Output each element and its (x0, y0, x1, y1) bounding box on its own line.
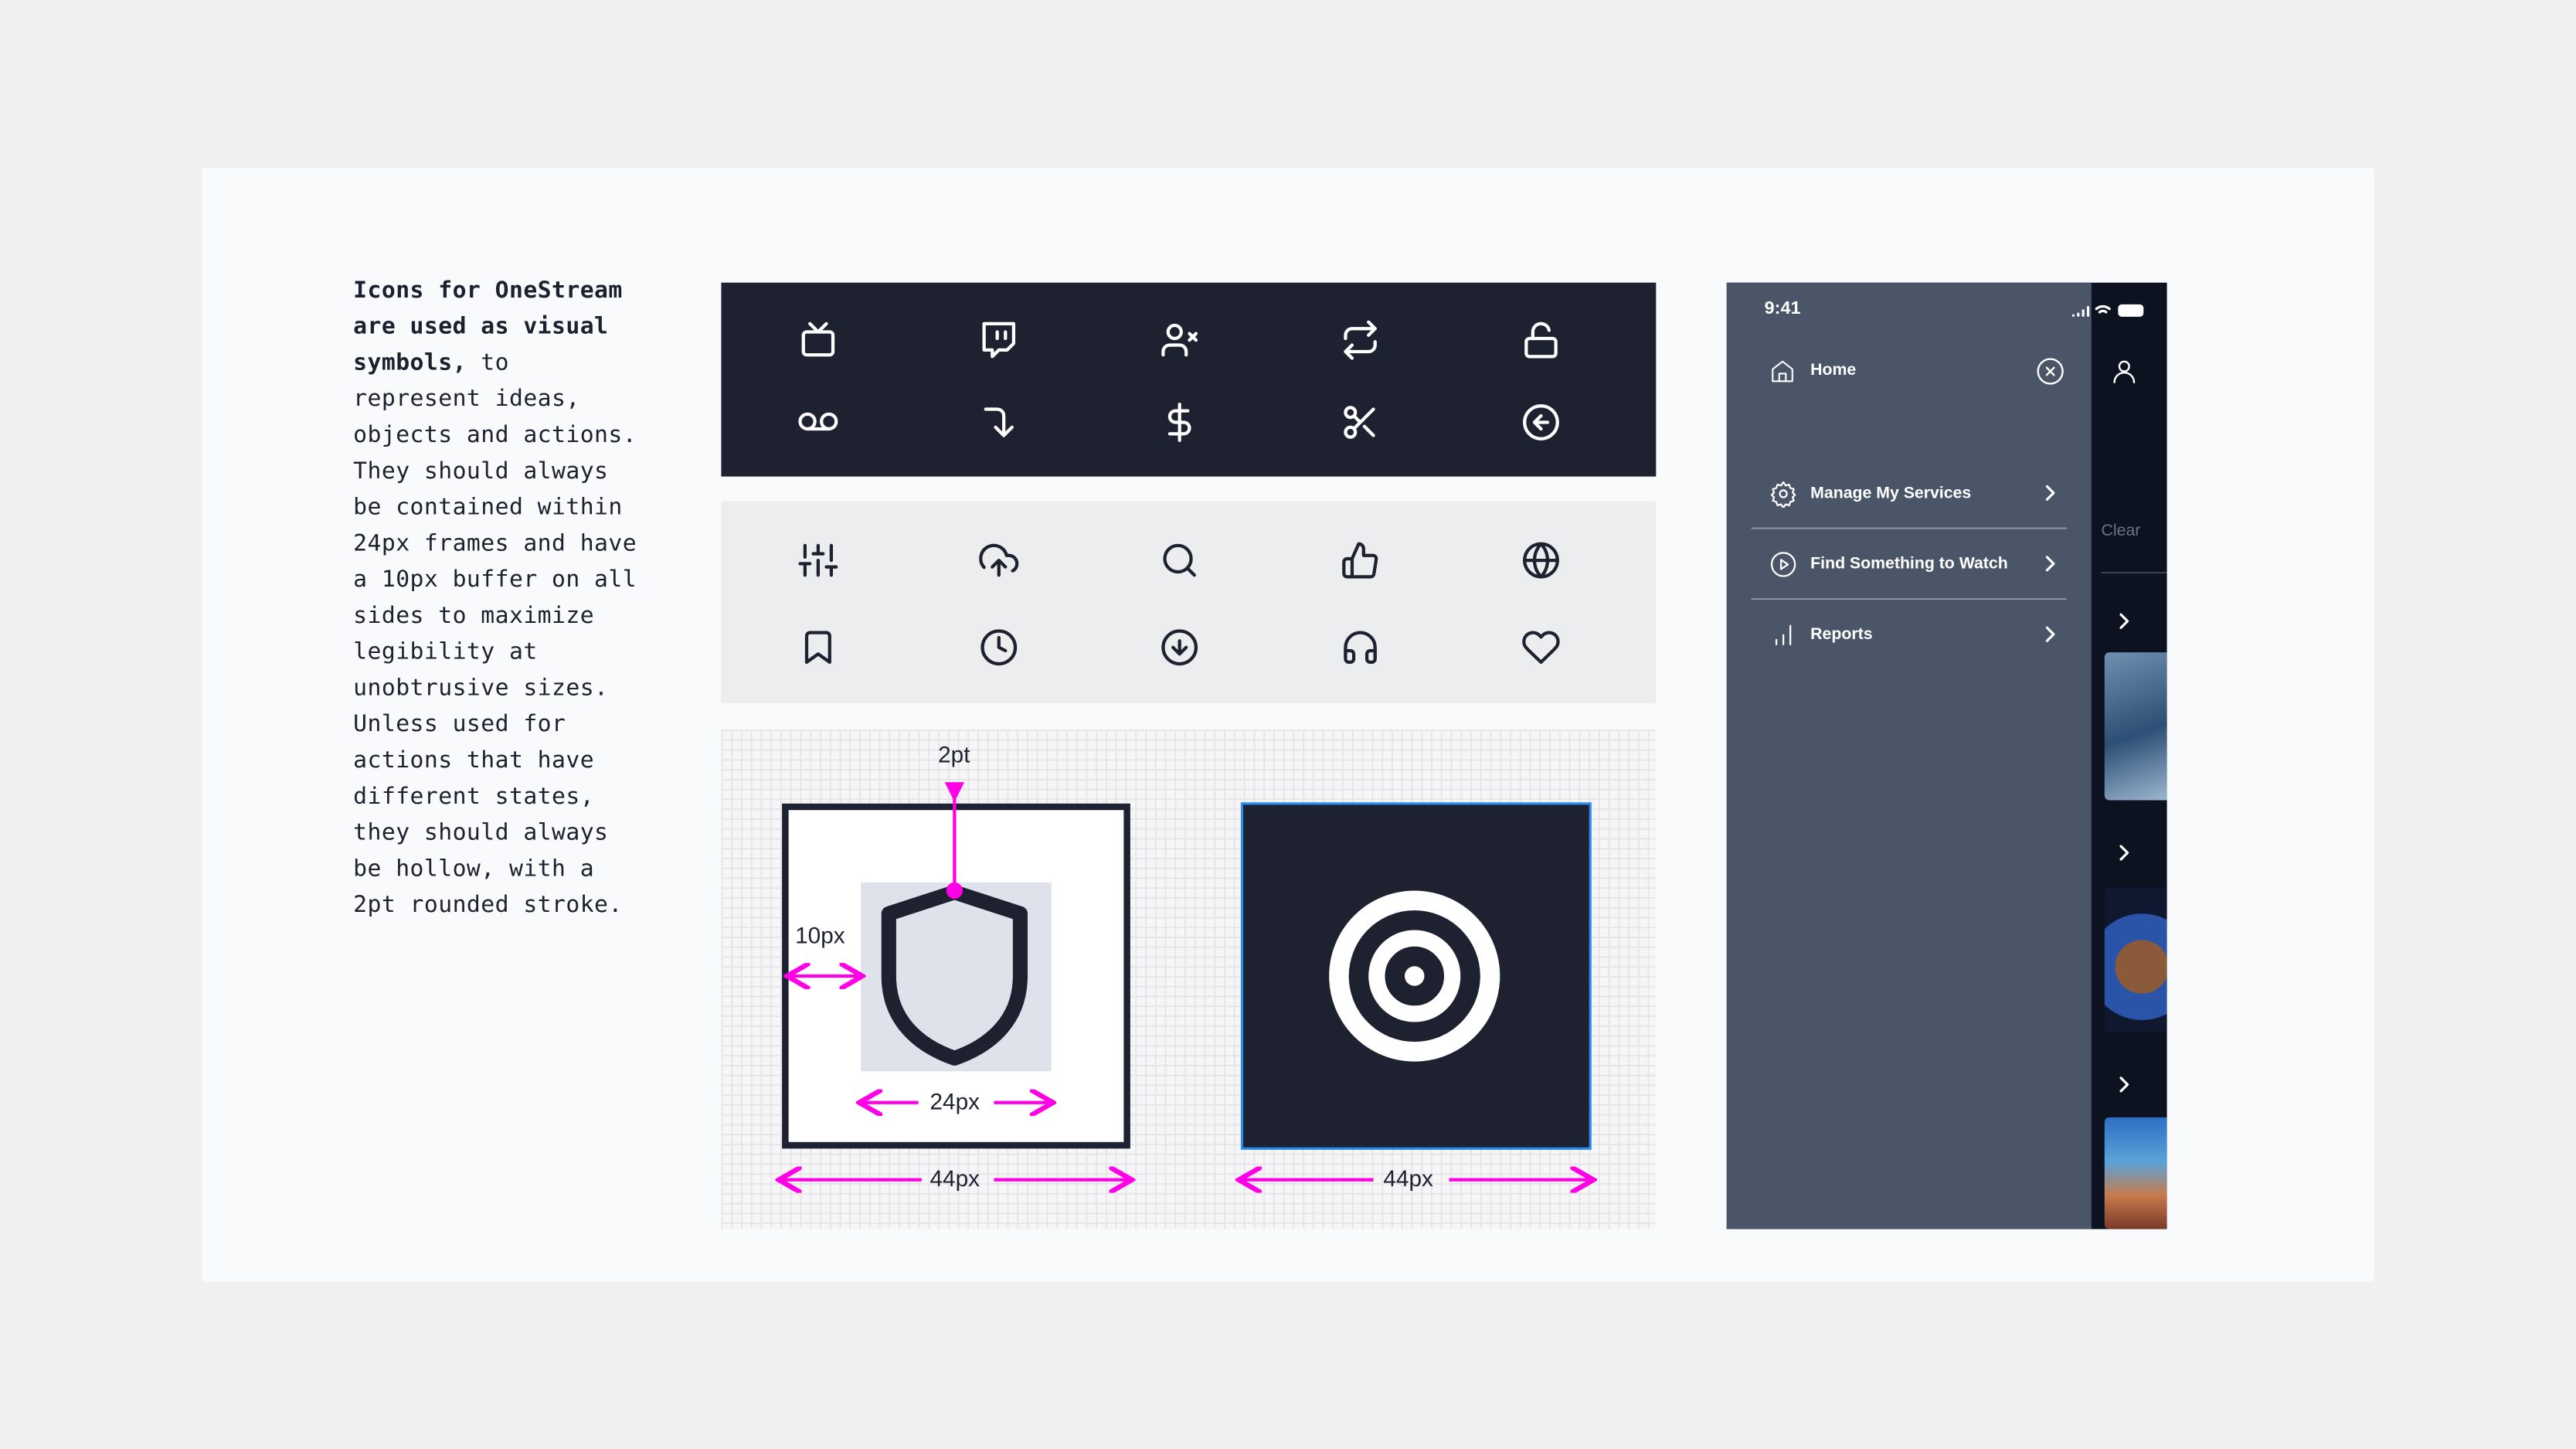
thumbs-up-icon (1341, 541, 1380, 580)
close-icon[interactable] (2035, 356, 2065, 386)
icon-size-label: 24px (929, 1087, 980, 1114)
chevron-right-icon (2045, 485, 2055, 501)
heart-icon (1521, 628, 1561, 667)
download-circle-icon (1160, 628, 1199, 667)
phone-mockup: 9:41 Home Manage My Services Find Someth… (1726, 282, 2167, 1230)
nav-drawer (1726, 282, 2092, 1230)
bookmark-icon (798, 628, 838, 667)
buffer-label: 10px (795, 921, 845, 948)
user-x-icon (1160, 321, 1199, 360)
show-thumbnail[interactable] (2104, 652, 2167, 801)
corner-right-down-icon (979, 403, 1018, 442)
chevron-right-icon[interactable] (2118, 845, 2131, 861)
divider (1751, 527, 2067, 529)
unlock-icon (1521, 321, 1561, 360)
scissors-icon (1341, 403, 1380, 442)
gear-icon (1770, 481, 1796, 509)
bar-chart-icon (1775, 624, 1792, 645)
icon-spec-diagram: 2pt 10px 24px 44px 44px (721, 730, 1657, 1230)
divider (2101, 571, 2167, 574)
menu-label: Manage My Services (1810, 485, 1972, 503)
tv-icon (798, 321, 838, 360)
show-thumbnail[interactable] (2104, 887, 2167, 1032)
chevron-right-icon[interactable] (2118, 1077, 2131, 1093)
light-icon-panel (721, 501, 1657, 704)
upload-cloud-icon (979, 541, 1019, 580)
chevron-right-icon (2045, 556, 2055, 572)
chevron-right-icon[interactable] (2118, 613, 2131, 629)
show-thumbnail[interactable] (2104, 1117, 2167, 1230)
play-circle-icon (1770, 552, 1796, 577)
repeat-icon (1341, 320, 1380, 360)
home-label: Home (1810, 361, 1857, 380)
frame-size-label-2: 44px (1383, 1165, 1433, 1192)
arrow-left-circle-icon (1521, 403, 1561, 442)
menu-label: Find Something to Watch (1810, 555, 2008, 574)
user-icon[interactable] (2109, 356, 2139, 386)
status-icons (2071, 304, 2144, 317)
dollar-icon (1160, 402, 1199, 442)
globe-icon (1521, 541, 1561, 580)
dark-icon-panel (721, 282, 1657, 477)
twitch-icon (979, 321, 1018, 360)
spec-graphics (721, 782, 1656, 1229)
chevron-right-icon (2045, 626, 2055, 642)
clock-icon (979, 628, 1018, 667)
intro-body: to represent ideas, objects and actions.… (353, 349, 637, 919)
stroke-label: 2pt (938, 740, 970, 767)
menu-label: Reports (1810, 626, 1873, 645)
status-time: 9:41 (1764, 298, 1801, 319)
intro-text: Icons for OneStream are used as visual s… (353, 273, 649, 923)
voicemail-icon (798, 403, 838, 442)
headphones-icon (1341, 628, 1380, 667)
divider (1751, 597, 2067, 600)
sliders-icon (798, 541, 838, 580)
frame-size-label: 44px (929, 1165, 980, 1192)
home-icon (1772, 360, 1793, 383)
search-icon (1160, 541, 1199, 580)
clear-button[interactable]: Clear (2102, 522, 2141, 540)
